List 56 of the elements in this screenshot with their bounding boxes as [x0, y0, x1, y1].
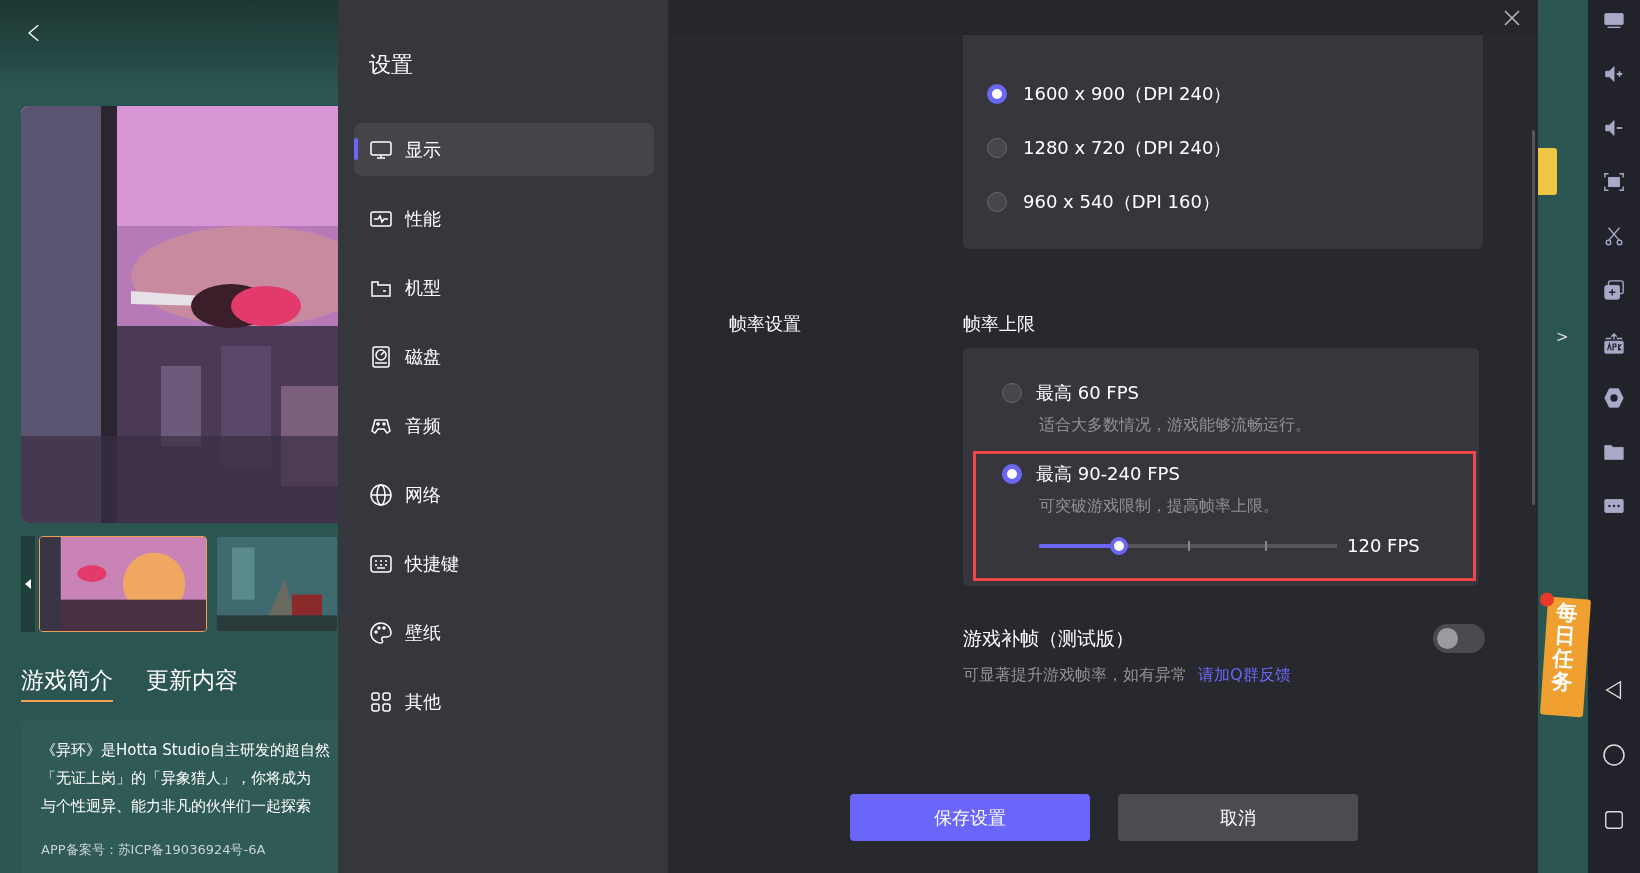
scissors-icon[interactable]	[1603, 225, 1625, 247]
tab[interactable]: 更新内容	[146, 665, 238, 702]
back-icon[interactable]	[27, 22, 41, 44]
option-label: 960 x 540（DPI 160）	[1023, 190, 1220, 214]
caret-left-icon	[25, 579, 31, 589]
slider-value: 120 FPS	[1347, 535, 1420, 556]
tab[interactable]: 游戏简介	[21, 665, 113, 702]
volume-down-icon[interactable]	[1603, 117, 1625, 139]
option-description: 可突破游戏限制，提高帧率上限。	[1039, 496, 1280, 517]
radio-button[interactable]	[987, 192, 1007, 212]
menu-item[interactable]: 磁盘	[354, 330, 654, 383]
grid-icon	[369, 689, 393, 714]
section-heading: 帧率上限	[963, 312, 1036, 336]
description-text: 「无证上岗」的「异象猎人」，你将成为	[41, 768, 312, 789]
radio-button[interactable]	[1002, 383, 1022, 403]
menu-item[interactable]: 其他	[354, 675, 654, 728]
save-button[interactable]: 保存设置	[850, 794, 1090, 841]
volume-up-icon[interactable]	[1603, 63, 1625, 85]
cancel-button[interactable]: 取消	[1118, 794, 1358, 841]
setting-title: 游戏补帧（测试版）	[963, 625, 1134, 651]
previous-button[interactable]	[21, 536, 35, 632]
radio-button[interactable]	[987, 84, 1007, 104]
close-icon[interactable]	[1504, 9, 1520, 26]
home-circle-icon[interactable]	[1602, 743, 1626, 767]
add-window-icon[interactable]	[1603, 279, 1625, 301]
menu-item[interactable]: 机型	[354, 261, 654, 314]
option-label: 1600 x 900（DPI 240）	[1023, 82, 1232, 106]
setting-description: 可显著提升游戏帧率，如有异常	[963, 665, 1187, 684]
menu-item[interactable]: 显示	[354, 123, 654, 176]
apk-install-icon[interactable]	[1603, 333, 1625, 355]
menu-item[interactable]: 性能	[354, 192, 654, 245]
resolution-option[interactable]: 1600 x 900（DPI 240）	[963, 67, 1483, 121]
menu-item[interactable]: 壁纸	[354, 606, 654, 659]
option-description: 适合大多数情况，游戏能够流畅运行。	[1039, 415, 1312, 436]
palette-icon	[369, 620, 393, 645]
resolution-option[interactable]: 1280 x 720（DPI 240）	[963, 121, 1483, 175]
globe-icon	[369, 482, 393, 507]
icp-text: APP备案号：苏ICP备19036924号-6A	[41, 841, 267, 859]
recent-apps-icon[interactable]	[1603, 809, 1625, 831]
radio-button[interactable]	[987, 138, 1007, 158]
option-title: 最高 90-240 FPS	[1036, 462, 1180, 486]
option-label: 1280 x 720（DPI 240）	[1023, 136, 1232, 160]
fullscreen-icon[interactable]	[1603, 171, 1625, 193]
settings-title: 设置	[369, 51, 414, 79]
hexagon-icon[interactable]	[1603, 387, 1625, 409]
option-title: 最高 60 FPS	[1036, 381, 1139, 405]
menu-item[interactable]: 快捷键	[354, 537, 654, 590]
menu-item[interactable]: 网络	[354, 468, 654, 521]
radio-button[interactable]	[1002, 464, 1022, 484]
menu-item[interactable]: 音频	[354, 399, 654, 452]
toggle-switch[interactable]	[1433, 624, 1485, 653]
description-text: 与个性迥异、能力非凡的伙伴们一起探索	[41, 796, 312, 817]
section-label: 帧率设置	[729, 312, 802, 336]
arrow-text[interactable]: >	[1556, 328, 1569, 346]
description-text: 《异环》是Hotta Studio自主研发的超自然	[41, 740, 331, 761]
resolution-option[interactable]: 960 x 540（DPI 160）	[963, 175, 1483, 229]
